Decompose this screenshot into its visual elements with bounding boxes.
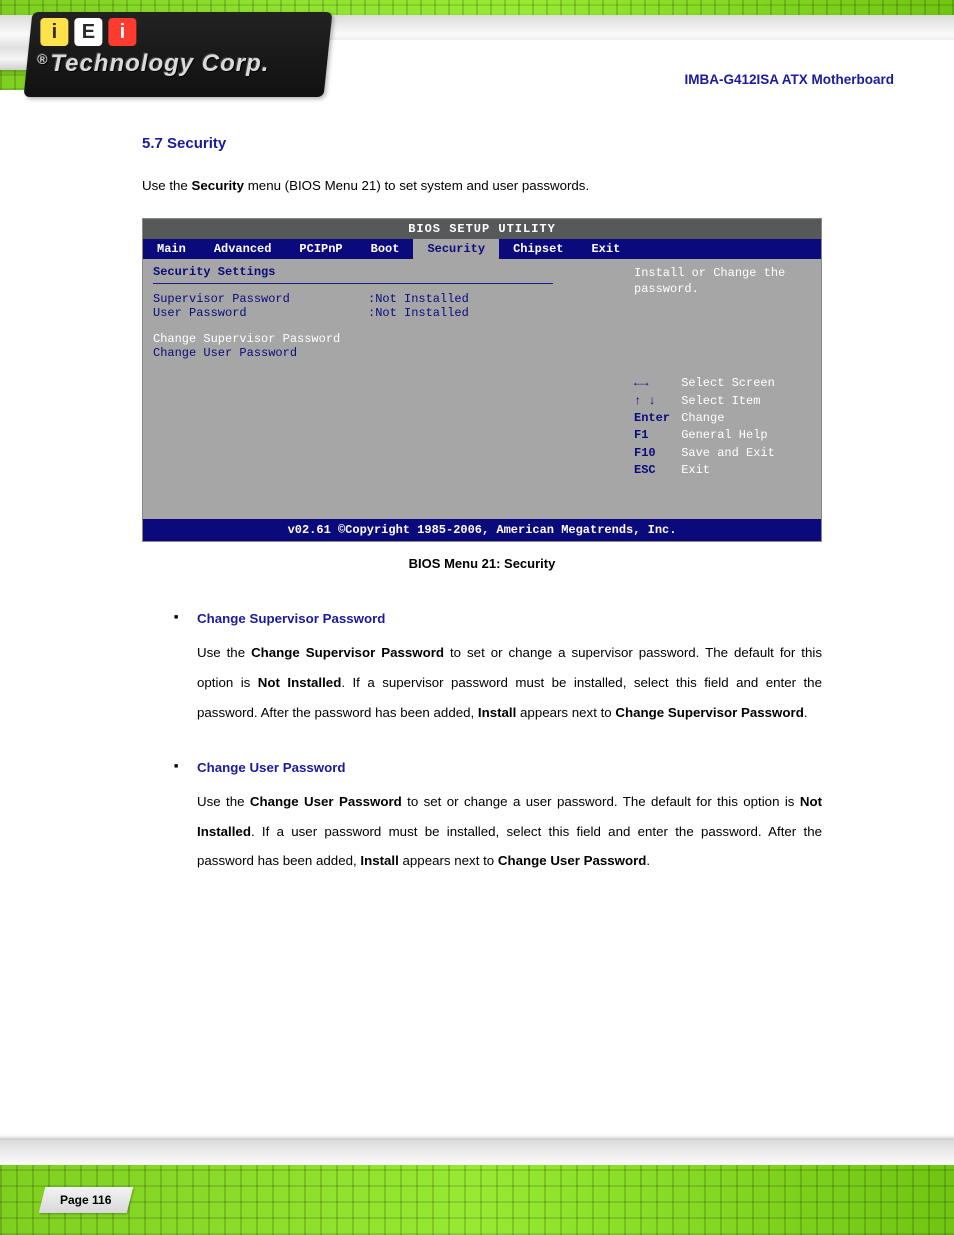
content: 5.7 Security Use the Security menu (BIOS… (142, 135, 822, 908)
section-heading: 5.7 Security (142, 135, 822, 152)
bios-nav-label: Exit (674, 463, 710, 477)
logo-letter-i2: i (108, 18, 136, 46)
bios-tabs: MainAdvancedPCIPnPBootSecurityChipsetExi… (143, 239, 821, 259)
bios-left-panel: Security Settings Supervisor Password:No… (143, 259, 626, 519)
bios-actions: Change Supervisor PasswordChange User Pa… (153, 332, 616, 360)
bios-row-key: User Password (153, 306, 368, 320)
lead-prefix: Use the (142, 178, 192, 193)
bios-row-value: :Not Installed (368, 292, 469, 306)
logo-letter-e: E (74, 18, 102, 46)
bios-nav-key: Enter (634, 410, 674, 427)
bios-caption: BIOS Menu 21: Security (142, 556, 822, 571)
bullet-bold: Install (360, 853, 398, 868)
bios-right-panel: Install or Change the password. ←→ Selec… (626, 259, 821, 519)
logo-block: i E i ®Technology Corp. (24, 12, 333, 97)
logo-brand-text: Technology Corp. (50, 50, 269, 77)
bullet-bold: Change Supervisor Password (251, 645, 444, 660)
bullet-text: Use the Change User Password to set or c… (197, 787, 822, 877)
bios-action: Change User Password (153, 346, 616, 360)
bullet-text: Use the Change Supervisor Password to se… (197, 638, 822, 728)
bios-action-label: Change Supervisor Password (153, 332, 368, 346)
bios-tab-boot: Boot (357, 239, 414, 259)
bios-screenshot: BIOS SETUP UTILITY MainAdvancedPCIPnPBoo… (142, 218, 822, 542)
bios-action: Change Supervisor Password (153, 332, 616, 346)
section-title: Security (167, 135, 226, 152)
bios-nav-item: F1 General Help (634, 427, 813, 444)
bios-nav-item: ↑ ↓ Select Item (634, 393, 813, 410)
bios-tab-security: Security (413, 239, 499, 259)
page-number: Page 116 (60, 1193, 111, 1207)
bios-nav-key: ESC (634, 462, 674, 479)
bios-tab-pcipnp: PCIPnP (285, 239, 356, 259)
bios-nav-item: ESC Exit (634, 462, 813, 479)
bios-nav-key: ↑ ↓ (634, 393, 674, 410)
bullet-bold: Change User Password (498, 853, 647, 868)
bios-row: Supervisor Password:Not Installed (153, 292, 616, 306)
bullet-item: Change User PasswordUse the Change User … (142, 760, 822, 877)
bios-action-label: Change User Password (153, 346, 368, 360)
section-number: 5.7 (142, 135, 163, 152)
bullet-bold: Change User Password (250, 794, 402, 809)
bios-tab-advanced: Advanced (200, 239, 286, 259)
bios-nav-item: Enter Change (634, 410, 813, 427)
bios-row-key: Supervisor Password (153, 292, 368, 306)
page: i E i ®Technology Corp. IMBA-G412ISA ATX… (0, 0, 954, 1235)
bullet-item: Change Supervisor PasswordUse the Change… (142, 611, 822, 728)
logo-letter-i: i (40, 18, 68, 46)
section-lead: Use the Security menu (BIOS Menu 21) to … (142, 176, 822, 196)
bios-nav: ←→ Select Screen↑ ↓ Select ItemEnter Cha… (634, 375, 813, 479)
page-number-tag: Page 116 (39, 1187, 133, 1213)
header-band: i E i ®Technology Corp. IMBA-G412ISA ATX… (0, 0, 954, 110)
bios-title: BIOS SETUP UTILITY (143, 219, 821, 239)
bullet-list: Change Supervisor PasswordUse the Change… (142, 611, 822, 876)
logo-text: ®Technology Corp. (37, 52, 317, 76)
bios-nav-label: Change (674, 411, 724, 425)
bios-nav-label: Select Item (674, 394, 760, 408)
bios-body: Security Settings Supervisor Password:No… (143, 259, 821, 519)
bios-nav-label: General Help (674, 428, 768, 442)
bullet-bold: Install (478, 705, 516, 720)
bios-row-value: :Not Installed (368, 306, 469, 320)
logo-registered: ® (37, 51, 48, 67)
bullet-bold: Change Supervisor Password (615, 705, 803, 720)
bios-nav-key: F10 (634, 445, 674, 462)
bios-row: User Password:Not Installed (153, 306, 616, 320)
bios-nav-item: ←→ Select Screen (634, 375, 813, 392)
bullet-bold: Not Installed (258, 675, 342, 690)
bios-group-title: Security Settings (153, 265, 616, 279)
bios-divider (153, 283, 553, 284)
bullet-title: Change User Password (197, 760, 822, 775)
bios-tab-chipset: Chipset (499, 239, 577, 259)
bios-nav-label: Save and Exit (674, 446, 775, 460)
footer-band: Page 116 (0, 1105, 954, 1235)
bios-nav-key: F1 (634, 427, 674, 444)
bios-nav-label: Select Screen (674, 376, 775, 390)
bios-nav-key: ←→ (634, 375, 674, 392)
product-label: IMBA-G412ISA ATX Motherboard (684, 72, 894, 87)
logo-letters: i E i (40, 18, 320, 46)
bios-hint: Install or Change the password. (634, 265, 813, 297)
bios-footer: v02.61 ©Copyright 1985-2006, American Me… (143, 519, 821, 541)
bios-tab-exit: Exit (577, 239, 634, 259)
bullet-title: Change Supervisor Password (197, 611, 822, 626)
footer-pcb-texture (0, 1165, 954, 1235)
bios-tab-main: Main (143, 239, 200, 259)
bios-rows: Supervisor Password:Not InstalledUser Pa… (153, 292, 616, 320)
lead-bold: Security (192, 178, 244, 193)
lead-suffix: menu (BIOS Menu 21) to set system and us… (248, 178, 589, 193)
bios-nav-item: F10 Save and Exit (634, 445, 813, 462)
